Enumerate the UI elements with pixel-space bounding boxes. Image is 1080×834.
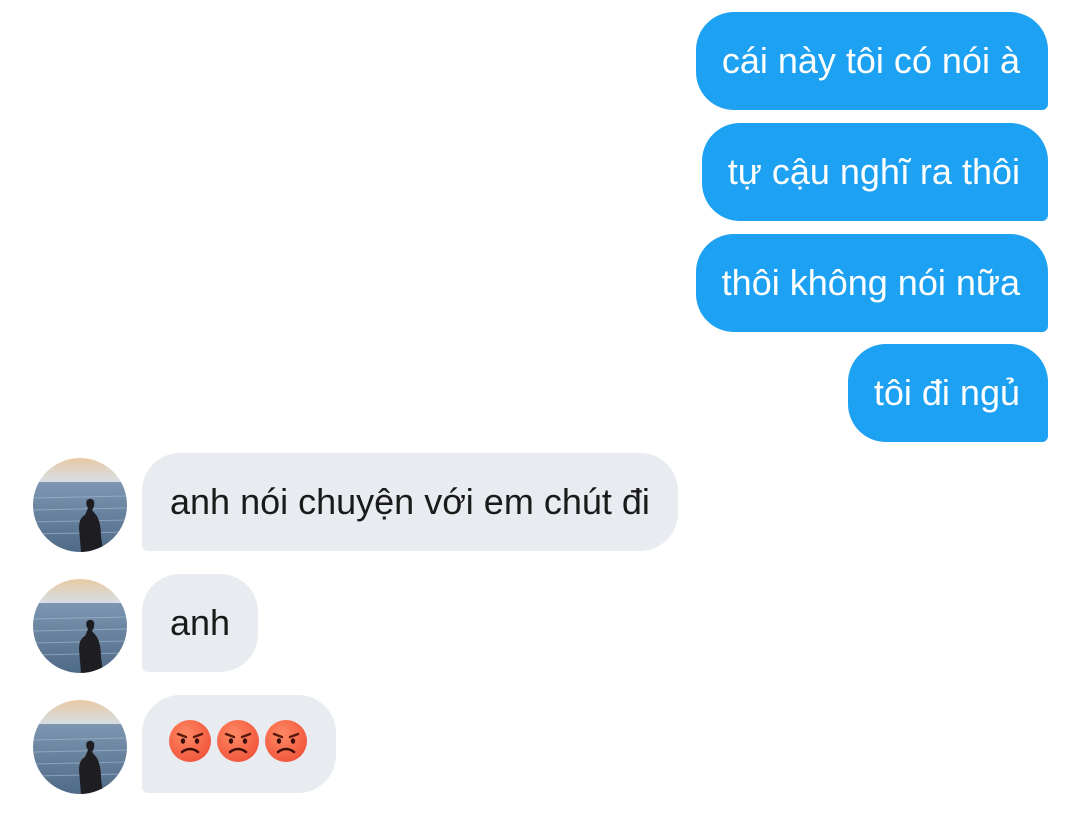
incoming-message[interactable]: anh xyxy=(142,574,259,672)
message-text: anh nói chuyện với em chút đi xyxy=(170,481,650,522)
outgoing-message[interactable]: tự cậu nghĩ ra thôi xyxy=(701,123,1048,221)
message-text: thôi không nói nữa xyxy=(721,262,1020,303)
outgoing-message[interactable]: cái này tôi có nói à xyxy=(695,12,1048,110)
avatar[interactable] xyxy=(33,579,127,673)
incoming-emoji-message[interactable] xyxy=(142,695,336,793)
avatar[interactable] xyxy=(33,458,127,552)
outgoing-message[interactable]: tôi đi ngủ xyxy=(847,344,1048,442)
message-text: cái này tôi có nói à xyxy=(721,40,1020,81)
avatar[interactable] xyxy=(33,700,127,794)
message-text: tự cậu nghĩ ra thôi xyxy=(727,151,1020,192)
message-text: tôi đi ngủ xyxy=(873,372,1020,413)
outgoing-message[interactable]: thôi không nói nữa xyxy=(695,234,1048,332)
angry-face-icon xyxy=(264,719,308,769)
chat-thread: cái này tôi có nói à tự cậu nghĩ ra thôi… xyxy=(0,0,1080,834)
angry-face-icon xyxy=(168,719,212,769)
angry-face-icon xyxy=(216,719,260,769)
incoming-message[interactable]: anh nói chuyện với em chút đi xyxy=(142,453,678,551)
message-text: anh xyxy=(170,602,231,643)
